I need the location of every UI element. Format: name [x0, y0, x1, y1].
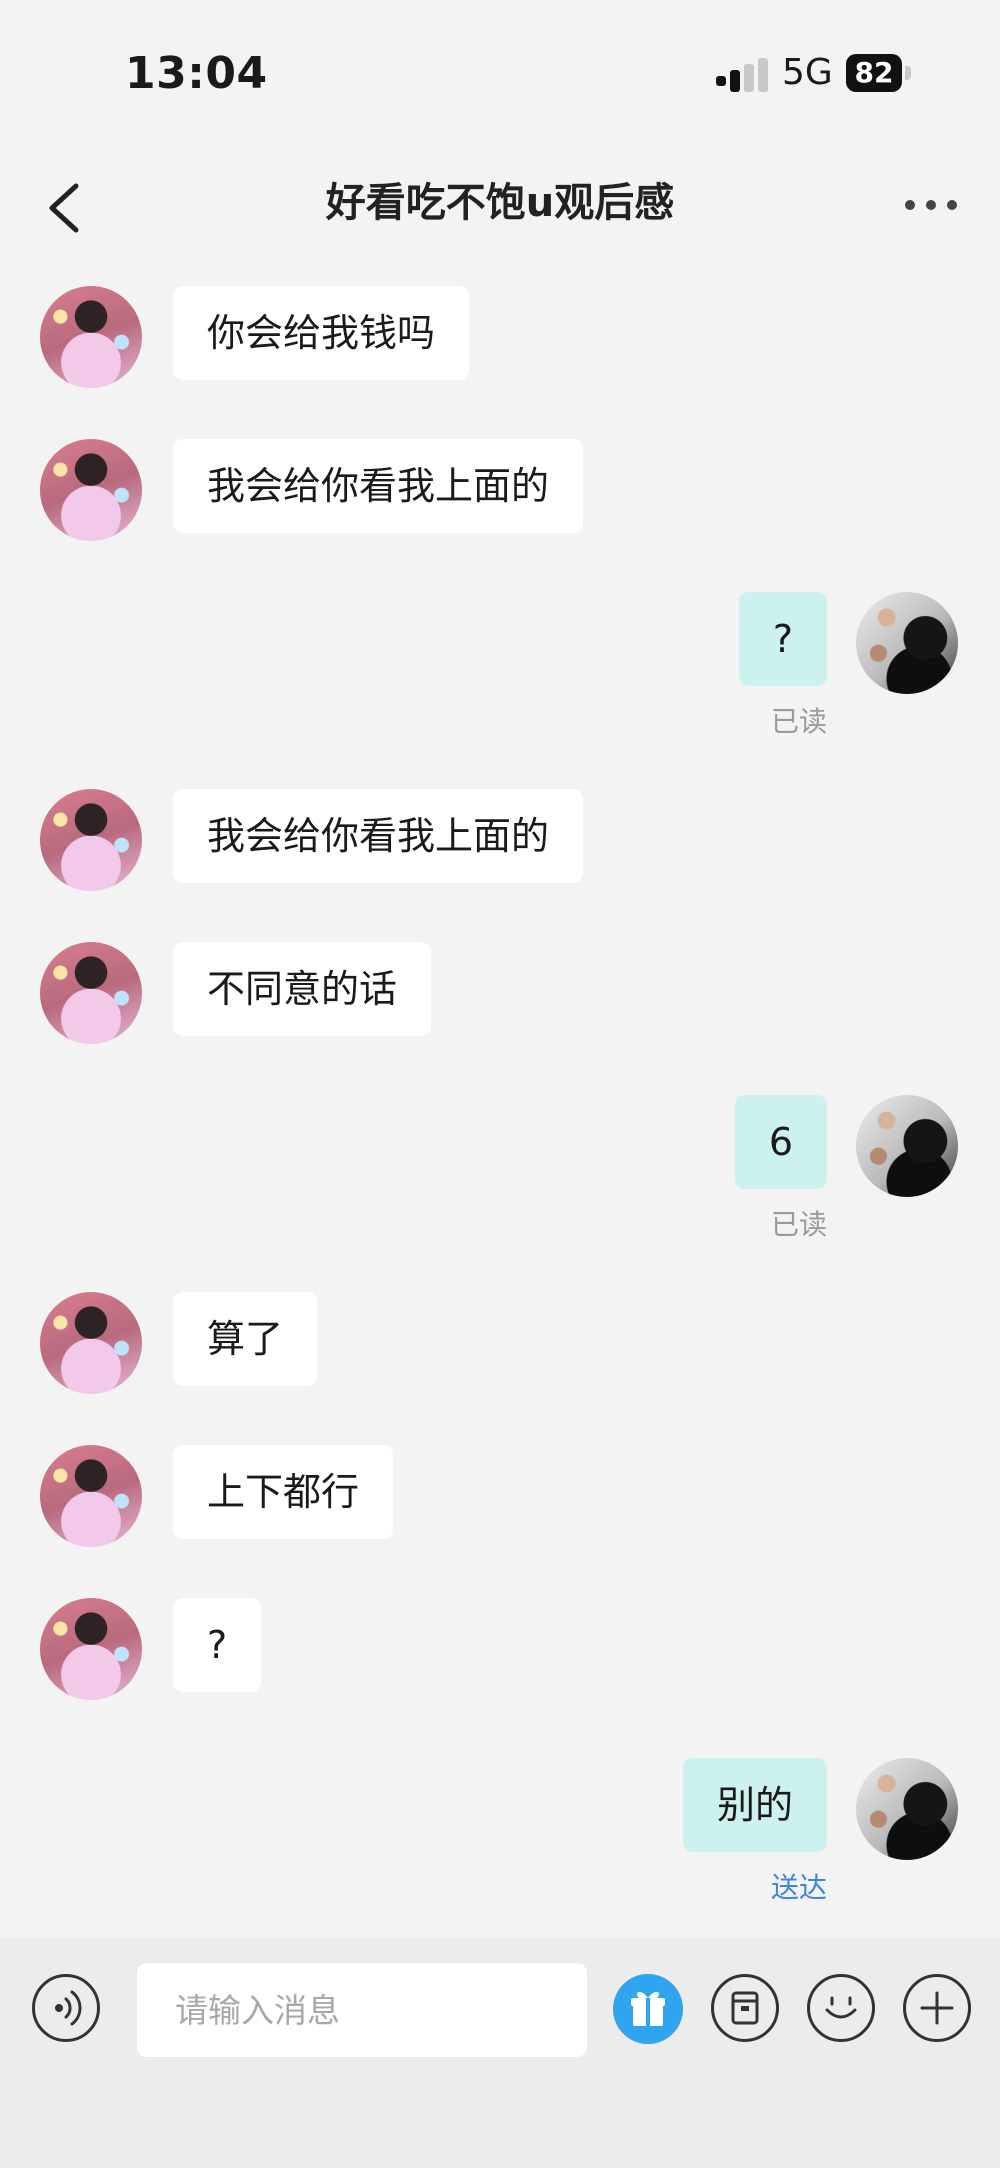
- emoji-button[interactable]: [807, 1974, 875, 2042]
- gift-icon: [631, 1991, 665, 2026]
- contact-avatar[interactable]: [40, 286, 142, 388]
- delivered-receipt: 送达: [770, 1871, 827, 1904]
- voice-button[interactable]: [32, 1974, 100, 2042]
- voice-icon: [55, 1990, 82, 2026]
- my-avatar[interactable]: [856, 1758, 958, 1860]
- message-list[interactable]: 你会给我钱吗 我会给你看我上面的 ? 已读 我会给你看我上面的 不同意的话 6 …: [0, 270, 1000, 1930]
- contact-avatar[interactable]: [40, 1445, 142, 1547]
- my-avatar[interactable]: [856, 1095, 958, 1197]
- cellular-signal-icon: [716, 58, 768, 92]
- incoming-message[interactable]: 上下都行: [173, 1445, 394, 1539]
- incoming-message[interactable]: 你会给我钱吗: [173, 286, 470, 380]
- my-avatar[interactable]: [856, 592, 958, 694]
- emoji-icon: [825, 1996, 857, 2019]
- contact-avatar[interactable]: [40, 789, 142, 891]
- incoming-message[interactable]: 我会给你看我上面的: [173, 789, 584, 883]
- gift-button[interactable]: [613, 1974, 683, 2044]
- chat-header: 好看吃不饱u观后感: [0, 150, 1000, 260]
- outgoing-message[interactable]: 6: [734, 1095, 827, 1189]
- incoming-message[interactable]: 我会给你看我上面的: [173, 439, 584, 533]
- contact-avatar[interactable]: [40, 1292, 142, 1394]
- more-dots-icon: [905, 200, 957, 210]
- more-actions-button[interactable]: [903, 1974, 971, 2042]
- read-receipt: 已读: [770, 1208, 827, 1241]
- status-time: 13:04: [125, 48, 268, 99]
- contact-avatar[interactable]: [40, 439, 142, 541]
- outgoing-message[interactable]: 别的: [682, 1758, 827, 1852]
- more-options-button[interactable]: [900, 180, 962, 230]
- contact-avatar[interactable]: [40, 1598, 142, 1700]
- battery-level: 82: [846, 54, 902, 92]
- sticker-icon: [731, 1991, 759, 2025]
- incoming-message[interactable]: ?: [173, 1598, 262, 1692]
- message-input[interactable]: [137, 1963, 587, 2057]
- contact-avatar[interactable]: [40, 942, 142, 1044]
- input-bar: [0, 1938, 1000, 2168]
- read-receipt: 已读: [770, 705, 827, 738]
- chat-title: 好看吃不饱u观后感: [325, 180, 675, 226]
- incoming-message[interactable]: 不同意的话: [173, 942, 432, 1036]
- incoming-message[interactable]: 算了: [173, 1292, 318, 1386]
- sticker-button[interactable]: [711, 1974, 779, 2042]
- battery-tip: [905, 66, 911, 80]
- plus-icon: [920, 1991, 954, 2025]
- battery-icon: 82: [846, 54, 916, 94]
- status-bar: 13:04 5G 82: [0, 0, 1000, 150]
- outgoing-message[interactable]: ?: [738, 592, 827, 686]
- network-type: 5G: [782, 52, 833, 93]
